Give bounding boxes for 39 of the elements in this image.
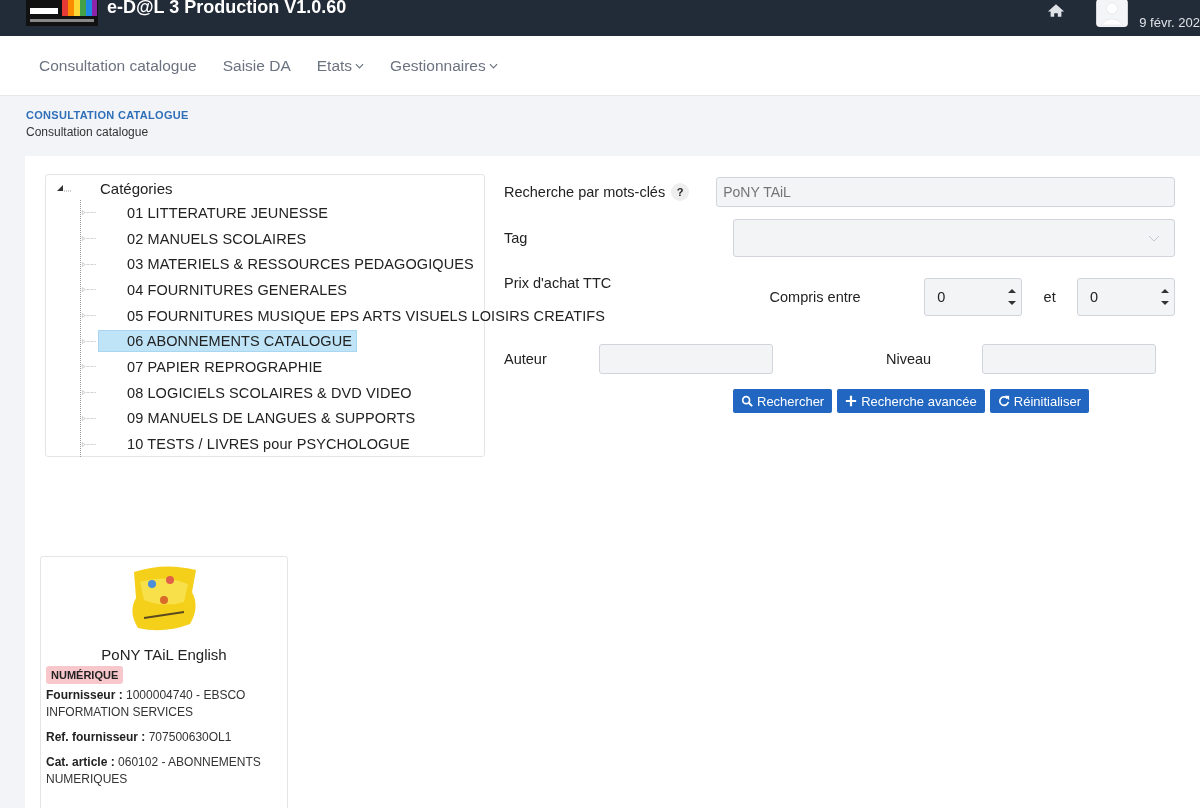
- tree-item[interactable]: 04 FOURNITURES GENERALES: [98, 278, 352, 301]
- product-name: PoNY TAiL English: [101, 646, 227, 663]
- tree-item[interactable]: 02 MANUELS SCOLAIRES: [98, 227, 312, 250]
- nav-link[interactable]: Saisie DA: [222, 56, 291, 75]
- tree-item[interactable]: 08 LOGICIELS SCOLAIRES & DVD VIDEO: [98, 381, 417, 404]
- product-card[interactable]: PoNY TAiL English NUMÉRIQUE Fournisseur : 1000004740 - EBSCO INFORMATION SERVICES Ref. fournisseur : 707500630OL1 Cat. article : 060102 - ABONNEMENTS NUMERIQUES: [40, 556, 288, 808]
- keywords-label: Recherche par mots-clés: [504, 184, 666, 200]
- price-label: Prix d'achat TTC: [504, 275, 613, 291]
- advanced-search-button[interactable]: Recherche avancée: [837, 389, 985, 413]
- reset-button[interactable]: Réinitialiser: [989, 389, 1090, 413]
- and-label: et: [1042, 289, 1057, 305]
- app-title: e-D@L 3 Production V1.0.60: [107, 0, 347, 18]
- tree-item[interactable]: 05 FOURNITURES MUSIQUE EPS ARTS VISUELS LOISIRS CREATIFS: [98, 304, 611, 327]
- tree-item[interactable]: 06 ABONNEMENTS CATALOGUE: [98, 330, 358, 353]
- help-icon[interactable]: ?: [671, 183, 690, 201]
- search-button[interactable]: Rechercher: [733, 389, 833, 413]
- max-price-field[interactable]: 0: [1077, 278, 1175, 316]
- tag-label: Tag: [504, 230, 529, 246]
- nav-link[interactable]: Gestionnaires: [390, 56, 498, 75]
- tree-item[interactable]: 10 TESTS / LIVRES pour PSYCHOLOGUE: [98, 433, 415, 456]
- product-detail: Ref. fournisseur : 707500630OL1: [46, 729, 232, 746]
- format-badge: NUMÉRIQUE: [46, 666, 124, 684]
- tree-root-label[interactable]: Catégories: [100, 179, 173, 197]
- author-label: Auteur: [504, 351, 548, 367]
- nav-link[interactable]: Etats: [316, 56, 365, 75]
- nav-link[interactable]: Consultation catalogue: [39, 56, 197, 75]
- tree-item[interactable]: 01 LITTERATURE JEUNESSE: [98, 201, 334, 224]
- between-label: Compris entre: [769, 289, 862, 305]
- tree-item[interactable]: 09 MANUELS DE LANGUES & SUPPORTS: [98, 407, 421, 430]
- level-label: Niveau: [886, 351, 933, 367]
- product-detail: Cat. article : 060102 - ABONNEMENTS NUMERIQUES: [46, 754, 262, 788]
- page-subtitle: Consultation catalogue: [26, 125, 150, 139]
- tree-item[interactable]: 07 PAPIER REPROGRAPHIE: [98, 355, 328, 378]
- tree-item[interactable]: 03 MATERIELS & RESSOURCES PEDAGOGIQUES: [98, 253, 479, 276]
- product-detail: Fournisseur : 1000004740 - EBSCO INFORMATION SERVICES: [46, 687, 247, 721]
- date-text: 9 févr. 202: [1139, 14, 1200, 30]
- section-title: CONSULTATION CATALOGUE: [26, 109, 190, 121]
- keywords-field[interactable]: PoNY TAiL: [716, 177, 1175, 207]
- min-price-field[interactable]: 0: [924, 278, 1023, 316]
